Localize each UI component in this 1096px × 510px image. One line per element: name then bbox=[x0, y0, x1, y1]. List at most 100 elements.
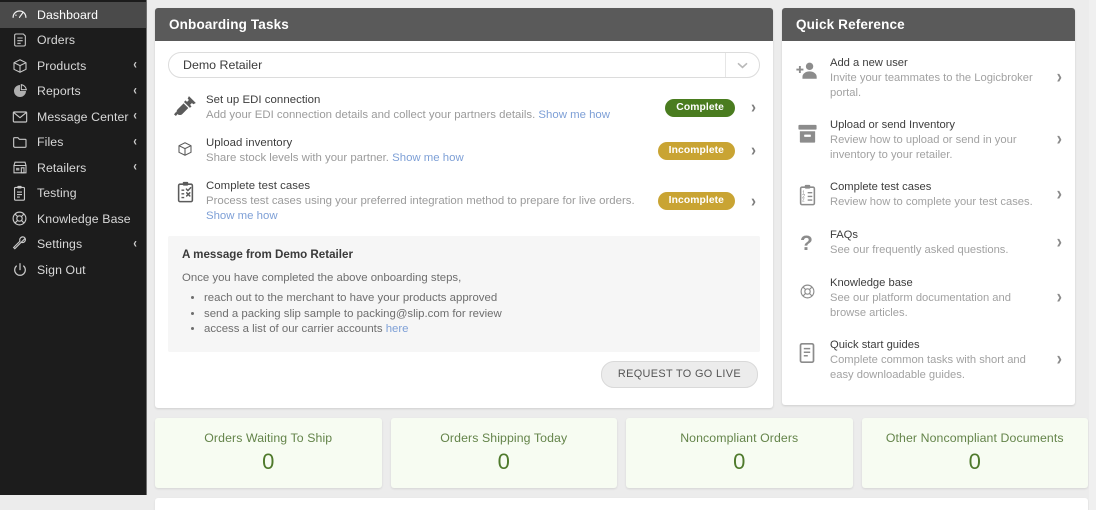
stat-cards-row: Orders Waiting To Ship0Orders Shipping T… bbox=[155, 418, 1088, 488]
sidebar-item-label: Dashboard bbox=[37, 8, 137, 22]
status-badge: Complete bbox=[665, 99, 735, 117]
quick-reference-header: Quick Reference bbox=[782, 8, 1075, 41]
show-me-how-link[interactable]: Show me how bbox=[392, 152, 464, 164]
svg-text:?: ? bbox=[800, 232, 813, 255]
quick-reference-item[interactable]: Knowledge baseSee our platform documenta… bbox=[782, 267, 1075, 329]
onboarding-task-row[interactable]: Complete test casesProcess test cases us… bbox=[168, 172, 760, 230]
chevron-left-icon[interactable]: ‹ bbox=[133, 59, 137, 73]
chevron-right-icon[interactable]: › bbox=[1057, 233, 1065, 252]
sidebar-item-message-center[interactable]: Message Center‹ bbox=[0, 104, 146, 130]
quick-reference-item[interactable]: ? FAQsSee our frequently asked questions.… bbox=[782, 219, 1075, 267]
retailer-message-bullet: send a packing slip sample to packing@sl… bbox=[204, 307, 746, 323]
quick-reference-title: Knowledge base bbox=[830, 276, 1048, 290]
quick-reference-title: FAQs bbox=[830, 228, 1048, 242]
chevron-left-icon[interactable]: ‹ bbox=[133, 237, 137, 251]
show-me-how-link[interactable]: Show me how bbox=[206, 210, 278, 222]
chevron-left-icon[interactable]: ‹ bbox=[133, 84, 137, 98]
sidebar-item-label: Sign Out bbox=[37, 263, 137, 277]
quick-reference-item[interactable]: 12zComplete test casesReview how to comp… bbox=[782, 171, 1075, 219]
retailer-message-bullets: reach out to the merchant to have your p… bbox=[204, 291, 746, 338]
sidebar-item-label: Message Center bbox=[37, 110, 133, 124]
page-scrollbar[interactable] bbox=[1089, 0, 1096, 510]
sidebar-item-sign-out[interactable]: Sign Out bbox=[0, 257, 146, 283]
main-content: Onboarding Tasks Demo Retailer Set up ED… bbox=[147, 0, 1096, 510]
chevron-right-icon[interactable]: › bbox=[1057, 350, 1065, 369]
sidebar-item-label: Testing bbox=[37, 186, 137, 200]
sidebar: DashboardOrdersProducts‹Reports‹Message … bbox=[0, 0, 147, 495]
show-me-how-link[interactable]: Show me how bbox=[538, 109, 610, 121]
quick-reference-title: Quick start guides bbox=[830, 338, 1048, 352]
retailer-message-bullet: access a list of our carrier accounts he… bbox=[204, 322, 746, 338]
stat-card-value: 0 bbox=[969, 449, 981, 475]
add-user-icon bbox=[793, 56, 821, 86]
envelope-icon bbox=[10, 109, 29, 125]
quick-reference-item[interactable]: Quick start guidesComplete common tasks … bbox=[782, 329, 1075, 391]
sidebar-item-label: Products bbox=[37, 59, 133, 73]
onboarding-task-title: Upload inventory bbox=[206, 136, 650, 150]
retailer-message-intro: Once you have completed the above onboar… bbox=[182, 272, 746, 284]
sidebar-item-dashboard[interactable]: Dashboard bbox=[0, 2, 146, 28]
retailer-message-title: A message from Demo Retailer bbox=[182, 248, 746, 261]
stat-card[interactable]: Orders Shipping Today0 bbox=[391, 418, 618, 488]
stat-card-value: 0 bbox=[498, 449, 510, 475]
chevron-right-icon[interactable]: › bbox=[1057, 68, 1065, 87]
onboarding-task-list: Set up EDI connectionAdd your EDI connec… bbox=[168, 86, 760, 230]
chevron-left-icon[interactable]: ‹ bbox=[133, 110, 137, 124]
sidebar-item-label: Orders bbox=[37, 33, 137, 47]
quick-reference-item[interactable]: Add a new userInvite your teammates to t… bbox=[782, 47, 1075, 109]
chevron-down-icon[interactable] bbox=[725, 53, 759, 77]
quick-reference-text: Knowledge baseSee our platform documenta… bbox=[830, 276, 1048, 320]
power-icon bbox=[10, 262, 29, 278]
quick-reference-description: Complete common tasks with short and eas… bbox=[830, 353, 1048, 382]
status-badge: Incomplete bbox=[658, 142, 735, 160]
pie-chart-icon bbox=[10, 83, 29, 99]
chevron-left-icon[interactable]: ‹ bbox=[133, 135, 137, 149]
quick-reference-description: See our frequently asked questions. bbox=[830, 243, 1048, 258]
sidebar-item-reports[interactable]: Reports‹ bbox=[0, 79, 146, 105]
sidebar-item-retailers[interactable]: Retailers‹ bbox=[0, 155, 146, 181]
sidebar-item-files[interactable]: Files‹ bbox=[0, 130, 146, 156]
clipboard-checklist-icon bbox=[172, 178, 198, 206]
quick-reference-description: Review how to upload or send in your inv… bbox=[830, 133, 1048, 162]
sidebar-item-orders[interactable]: Orders bbox=[0, 28, 146, 54]
sidebar-item-label: Knowledge Base bbox=[37, 212, 137, 226]
invoice-icon bbox=[10, 32, 29, 48]
wrench-icon bbox=[10, 236, 29, 252]
onboarding-task-row[interactable]: Upload inventoryShare stock levels with … bbox=[168, 129, 760, 172]
bottom-panel bbox=[155, 498, 1088, 510]
sidebar-item-label: Files bbox=[37, 135, 133, 149]
onboarding-tasks-body: Demo Retailer Set up EDI connectionAdd y… bbox=[155, 41, 773, 408]
chevron-right-icon[interactable]: › bbox=[751, 192, 756, 209]
chevron-right-icon[interactable]: › bbox=[751, 142, 756, 159]
stat-card[interactable]: Other Noncompliant Documents0 bbox=[862, 418, 1089, 488]
sidebar-item-testing[interactable]: Testing bbox=[0, 181, 146, 207]
request-to-go-live-button[interactable]: REQUEST TO GO LIVE bbox=[601, 361, 758, 388]
archive-box-icon bbox=[793, 118, 821, 148]
box-icon bbox=[172, 135, 198, 163]
onboarding-tasks-header: Onboarding Tasks bbox=[155, 8, 773, 41]
stat-card[interactable]: Noncompliant Orders0 bbox=[626, 418, 853, 488]
here-link[interactable]: here bbox=[386, 323, 409, 335]
go-live-row: REQUEST TO GO LIVE bbox=[168, 352, 760, 398]
retailer-select[interactable]: Demo Retailer bbox=[168, 52, 760, 78]
sidebar-item-label: Settings bbox=[37, 237, 133, 251]
gauge-icon bbox=[10, 7, 29, 23]
chevron-right-icon[interactable]: › bbox=[1057, 288, 1065, 307]
lifebuoy-icon bbox=[10, 211, 29, 227]
onboarding-task-row[interactable]: Set up EDI connectionAdd your EDI connec… bbox=[168, 86, 760, 129]
onboarding-tasks-card: Onboarding Tasks Demo Retailer Set up ED… bbox=[155, 8, 773, 408]
sidebar-item-knowledge-base[interactable]: Knowledge Base bbox=[0, 206, 146, 232]
document-icon bbox=[793, 338, 821, 368]
chevron-right-icon[interactable]: › bbox=[1057, 185, 1065, 204]
chevron-right-icon[interactable]: › bbox=[751, 99, 756, 116]
chevron-right-icon[interactable]: › bbox=[1057, 130, 1065, 149]
sidebar-item-settings[interactable]: Settings‹ bbox=[0, 232, 146, 258]
chevron-left-icon[interactable]: ‹ bbox=[133, 161, 137, 175]
sidebar-item-products[interactable]: Products‹ bbox=[0, 53, 146, 79]
quick-reference-item[interactable]: Upload or send InventoryReview how to up… bbox=[782, 109, 1075, 171]
retailer-message-bullet: reach out to the merchant to have your p… bbox=[204, 291, 746, 307]
stat-card-value: 0 bbox=[262, 449, 274, 475]
retailer-select-value: Demo Retailer bbox=[183, 58, 262, 72]
stat-card[interactable]: Orders Waiting To Ship0 bbox=[155, 418, 382, 488]
sidebar-item-label: Retailers bbox=[37, 161, 133, 175]
